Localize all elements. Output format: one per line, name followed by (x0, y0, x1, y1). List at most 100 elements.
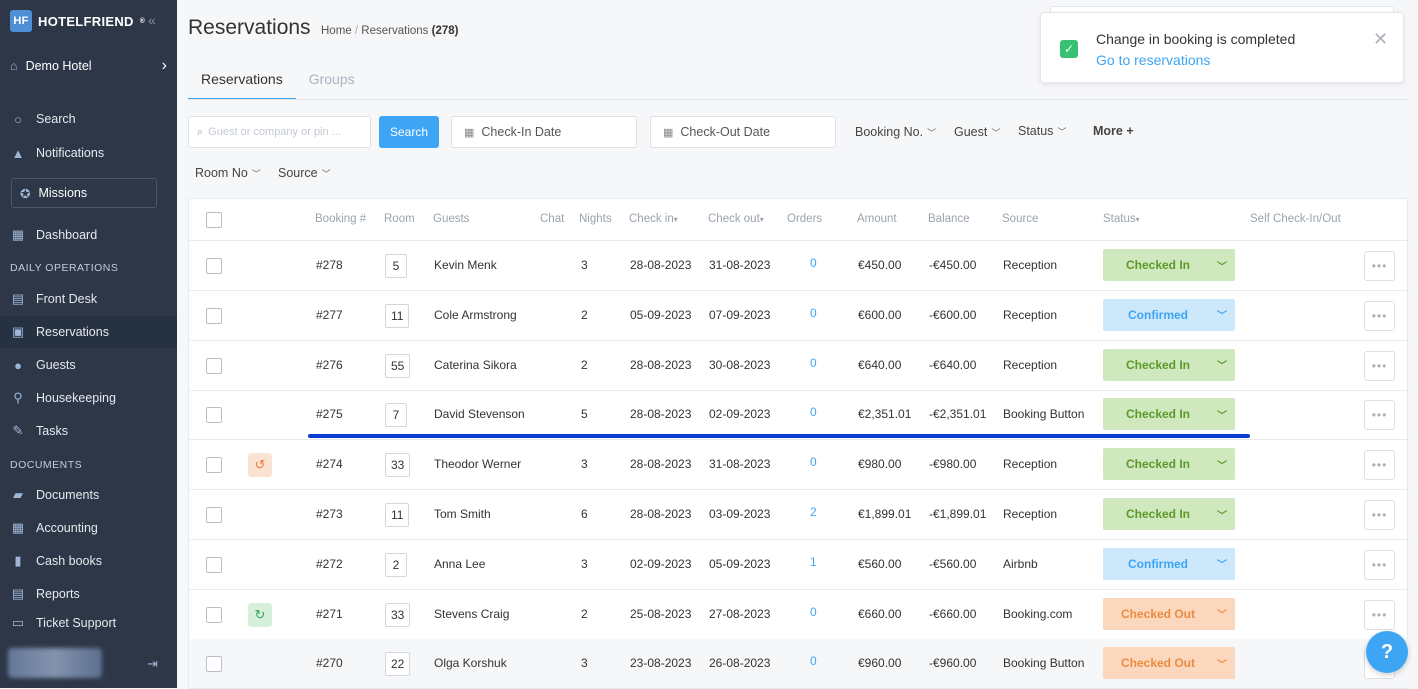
history-icon[interactable]: ↺ (248, 453, 272, 478)
sidebar-item-dashboard[interactable]: ▦ Dashboard (0, 220, 177, 250)
guest-name[interactable]: Anna Lee (434, 557, 485, 571)
status-dropdown[interactable]: Checked In ﹀ (1103, 498, 1235, 530)
more-actions-button[interactable]: ••• (1364, 500, 1395, 530)
header-check-out[interactable]: Check out▾ (708, 213, 764, 225)
sidebar-item-cash-books[interactable]: ▮ Cash books (0, 546, 177, 576)
booking-number[interactable]: #271 (316, 607, 343, 621)
more-filters-button[interactable]: More + (1093, 124, 1134, 138)
sidebar-item-front-desk[interactable]: ▤ Front Desk (0, 284, 177, 314)
close-icon[interactable]: ✕ (1373, 29, 1388, 50)
header-source[interactable]: Source (1002, 213, 1038, 225)
select-all-checkbox[interactable] (206, 212, 222, 228)
more-actions-button[interactable]: ••• (1364, 549, 1395, 580)
sidebar-item-guests[interactable]: ● Guests (0, 350, 177, 380)
more-actions-button[interactable]: ••• (1364, 400, 1395, 431)
booking-number[interactable]: #274 (316, 457, 343, 471)
booking-number[interactable]: #277 (316, 308, 343, 322)
status-dropdown[interactable]: Checked Out ﹀ (1103, 647, 1235, 680)
guest-filter[interactable]: Guest ﹀ (954, 125, 1000, 139)
orders-count[interactable]: 0 (810, 356, 817, 370)
sidebar-item-reservations[interactable]: ▣ Reservations (0, 316, 177, 348)
table-row[interactable]: #278 5 Kevin Menk 3 28-08-2023 31-08-202… (189, 241, 1409, 291)
more-actions-button[interactable]: ••• (1364, 599, 1395, 630)
more-actions-button[interactable]: ••• (1364, 251, 1395, 281)
check-out-date-picker[interactable]: ▦ Check-Out Date (650, 116, 836, 148)
header-balance[interactable]: Balance (928, 213, 970, 225)
more-actions-button[interactable]: ••• (1364, 450, 1395, 481)
orders-count[interactable]: 1 (810, 555, 817, 569)
guest-name[interactable]: Kevin Menk (434, 258, 497, 272)
status-dropdown[interactable]: Checked In ﹀ (1103, 348, 1235, 381)
sidebar-item-ticket-support[interactable]: ▭ Ticket Support (0, 608, 177, 638)
row-checkbox[interactable] (206, 656, 222, 673)
table-row[interactable]: ↻ #271 33 Stevens Craig 2 25-08-2023 27-… (189, 590, 1409, 640)
orders-count[interactable]: 0 (810, 605, 817, 619)
booking-number[interactable]: #270 (316, 656, 343, 670)
orders-count[interactable]: 0 (810, 306, 817, 320)
tab-groups[interactable]: Groups (296, 66, 368, 100)
source-filter[interactable]: Source ﹀ (278, 166, 331, 180)
header-nights[interactable]: Nights (579, 213, 612, 225)
guest-name[interactable]: Stevens Craig (434, 607, 509, 621)
status-dropdown[interactable]: Confirmed ﹀ (1103, 298, 1235, 331)
search-field[interactable]: ⌕ (188, 116, 371, 148)
row-checkbox[interactable] (206, 556, 222, 573)
booking-number[interactable]: #276 (316, 358, 343, 372)
user-profile-blurred[interactable] (8, 648, 102, 678)
more-actions-button[interactable]: ••• (1364, 350, 1395, 381)
booking-number[interactable]: #272 (316, 557, 343, 571)
orders-count[interactable]: 0 (810, 455, 817, 469)
row-checkbox[interactable] (206, 606, 222, 623)
sidebar-item-accounting[interactable]: ▦ Accounting (0, 513, 177, 543)
guest-name[interactable]: Tom Smith (434, 507, 491, 521)
hotel-selector[interactable]: ⌂ Demo Hotel › (0, 46, 177, 86)
tab-reservations[interactable]: Reservations (188, 66, 296, 100)
orders-count[interactable]: 0 (810, 405, 817, 419)
sidebar-item-documents[interactable]: ▰ Documents (0, 480, 177, 510)
booking-number[interactable]: #273 (316, 507, 343, 521)
status-filter[interactable]: Status ﹀ (1018, 124, 1066, 138)
header-room[interactable]: Room (384, 213, 415, 225)
sidebar-item-reports[interactable]: ▤ Reports (0, 579, 177, 609)
search-button[interactable]: Search (379, 116, 439, 148)
sidebar-item-notifications[interactable]: ▲ Notifications (0, 138, 177, 168)
row-checkbox[interactable] (206, 258, 222, 274)
room-no-filter[interactable]: Room No ﹀ (195, 166, 261, 180)
orders-count[interactable]: 0 (810, 654, 817, 668)
header-booking[interactable]: Booking # (315, 213, 366, 225)
refresh-icon[interactable]: ↻ (248, 602, 272, 627)
more-actions-button[interactable]: ••• (1364, 300, 1395, 331)
brand-logo[interactable]: HF HOTELFRIEND ® (10, 10, 145, 32)
search-input[interactable] (208, 126, 359, 138)
guest-name[interactable]: Caterina Sikora (434, 358, 517, 372)
row-checkbox[interactable] (206, 307, 222, 324)
status-dropdown[interactable]: Checked In ﹀ (1103, 249, 1235, 281)
table-row[interactable]: #277 11 Cole Armstrong 2 05-09-2023 07-0… (189, 291, 1409, 341)
row-checkbox[interactable] (206, 507, 222, 523)
guest-name[interactable]: Theodor Werner (434, 457, 521, 471)
orders-count[interactable]: 0 (810, 256, 817, 270)
header-status[interactable]: Status▾ (1103, 213, 1140, 225)
status-dropdown[interactable]: Checked In ﹀ (1103, 398, 1235, 431)
row-checkbox[interactable] (206, 407, 222, 424)
missions-button[interactable]: ✪ Missions (11, 178, 157, 208)
status-dropdown[interactable]: Checked In ﹀ (1103, 448, 1235, 481)
header-amount[interactable]: Amount (857, 213, 897, 225)
go-to-reservations-link[interactable]: Go to reservations (1096, 52, 1210, 68)
table-row[interactable]: #276 55 Caterina Sikora 2 28-08-2023 30-… (189, 341, 1409, 391)
help-button[interactable]: ? (1366, 631, 1408, 673)
table-row[interactable]: #275 7 David Stevenson 5 28-08-2023 02-0… (189, 390, 1409, 441)
header-guests[interactable]: Guests (433, 213, 469, 225)
check-in-date-picker[interactable]: ▦ Check-In Date (451, 116, 637, 148)
table-row[interactable]: #272 2 Anna Lee 3 02-09-2023 05-09-2023 … (189, 540, 1409, 590)
sidebar-item-housekeeping[interactable]: ⚲ Housekeeping (0, 383, 177, 413)
table-row[interactable]: ↺ #274 33 Theodor Werner 3 28-08-2023 31… (189, 440, 1409, 491)
orders-count[interactable]: 2 (810, 505, 817, 519)
booking-number[interactable]: #278 (316, 258, 343, 272)
collapse-sidebar-icon[interactable]: « (148, 12, 156, 28)
status-dropdown[interactable]: Checked Out ﹀ (1103, 597, 1235, 630)
row-checkbox[interactable] (206, 457, 222, 474)
booking-number[interactable]: #275 (316, 407, 343, 421)
sidebar-item-search[interactable]: ○ Search (0, 104, 177, 134)
status-dropdown[interactable]: Confirmed ﹀ (1103, 547, 1235, 580)
